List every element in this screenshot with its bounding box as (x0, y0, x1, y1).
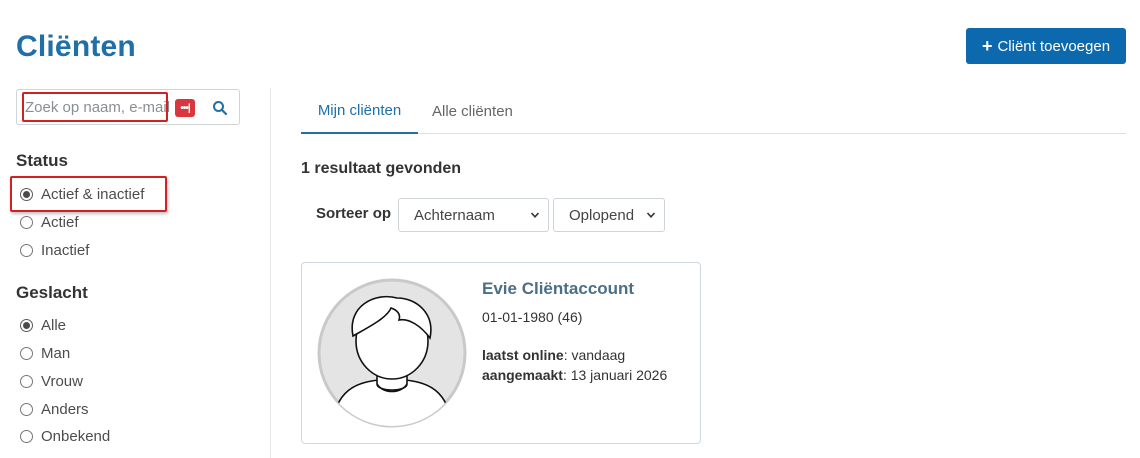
client-birthdate: 01-01-1980 (46) (482, 309, 583, 325)
created-value: : 13 januari 2026 (562, 367, 668, 383)
sort-order-value: Oplopend (569, 206, 635, 224)
avatar-placeholder (317, 278, 467, 428)
password-manager-icon[interactable]: •••| (175, 99, 195, 117)
chevron-down-icon (530, 212, 540, 218)
radio-button[interactable] (20, 430, 33, 443)
last-online-label: laatst online (482, 347, 564, 363)
status-option-inactive[interactable]: Inactief (20, 242, 89, 259)
created-label: aangemaakt (482, 367, 563, 383)
chevron-down-icon (646, 212, 656, 218)
search-box: •••| (16, 89, 240, 125)
status-option-label: Actief (41, 214, 79, 231)
sort-field-value: Achternaam (414, 206, 495, 224)
gender-option-label: Alle (41, 317, 67, 334)
client-name-link[interactable]: Evie Cliëntaccount (482, 279, 634, 299)
sidebar-divider (270, 88, 271, 458)
client-created: aangemaakt: 13 januari 2026 (482, 367, 667, 383)
tab-my-clients[interactable]: Mijn cliënten (301, 88, 418, 134)
gender-option-label: Onbekend (41, 428, 111, 445)
gender-option-male[interactable]: Man (20, 345, 70, 362)
sort-label: Sorteer op (316, 205, 392, 222)
gender-option-label: Man (41, 345, 71, 362)
radio-button[interactable] (20, 216, 33, 229)
search-input[interactable] (25, 96, 175, 118)
radio-button[interactable] (20, 347, 33, 360)
radio-button[interactable] (20, 375, 33, 388)
client-last-online: laatst online: vandaag (482, 347, 625, 363)
radio-button[interactable] (20, 403, 33, 416)
page-title: Cliënten (16, 30, 136, 63)
results-count: 1 resultaat gevonden (301, 160, 462, 177)
gender-option-unknown[interactable]: Onbekend (20, 428, 110, 445)
sort-field-select[interactable]: Achternaam (398, 198, 549, 232)
radio-button[interactable] (20, 319, 33, 332)
gender-option-label: Anders (41, 401, 89, 418)
status-option-active[interactable]: Actief (20, 214, 79, 231)
add-client-button[interactable]: + Cliënt toevoegen (966, 28, 1126, 64)
status-heading: Status (16, 151, 68, 170)
search-icon[interactable] (212, 100, 228, 116)
tab-all-clients[interactable]: Alle cliënten (432, 88, 513, 134)
gender-option-label: Vrouw (41, 373, 83, 390)
radio-button[interactable] (20, 244, 33, 257)
status-option-label: Actief & inactief (41, 186, 145, 203)
gender-heading: Geslacht (16, 283, 88, 302)
plus-icon: + (981, 36, 993, 56)
last-online-value: : vandaag (563, 347, 626, 363)
client-tabs: Mijn cliënten Alle cliënten (301, 88, 1126, 134)
gender-option-all[interactable]: Alle (20, 317, 66, 334)
add-client-button-label: Cliënt toevoegen (997, 37, 1111, 55)
gender-option-other[interactable]: Anders (20, 401, 89, 418)
status-option-label: Inactief (41, 242, 90, 259)
status-option-active-inactive[interactable]: Actief & inactief (20, 186, 144, 203)
gender-option-female[interactable]: Vrouw (20, 373, 83, 390)
client-card[interactable]: Evie Cliëntaccount 01-01-1980 (46) laats… (301, 262, 701, 444)
radio-button[interactable] (20, 188, 33, 201)
sort-order-select[interactable]: Oplopend (553, 198, 665, 232)
